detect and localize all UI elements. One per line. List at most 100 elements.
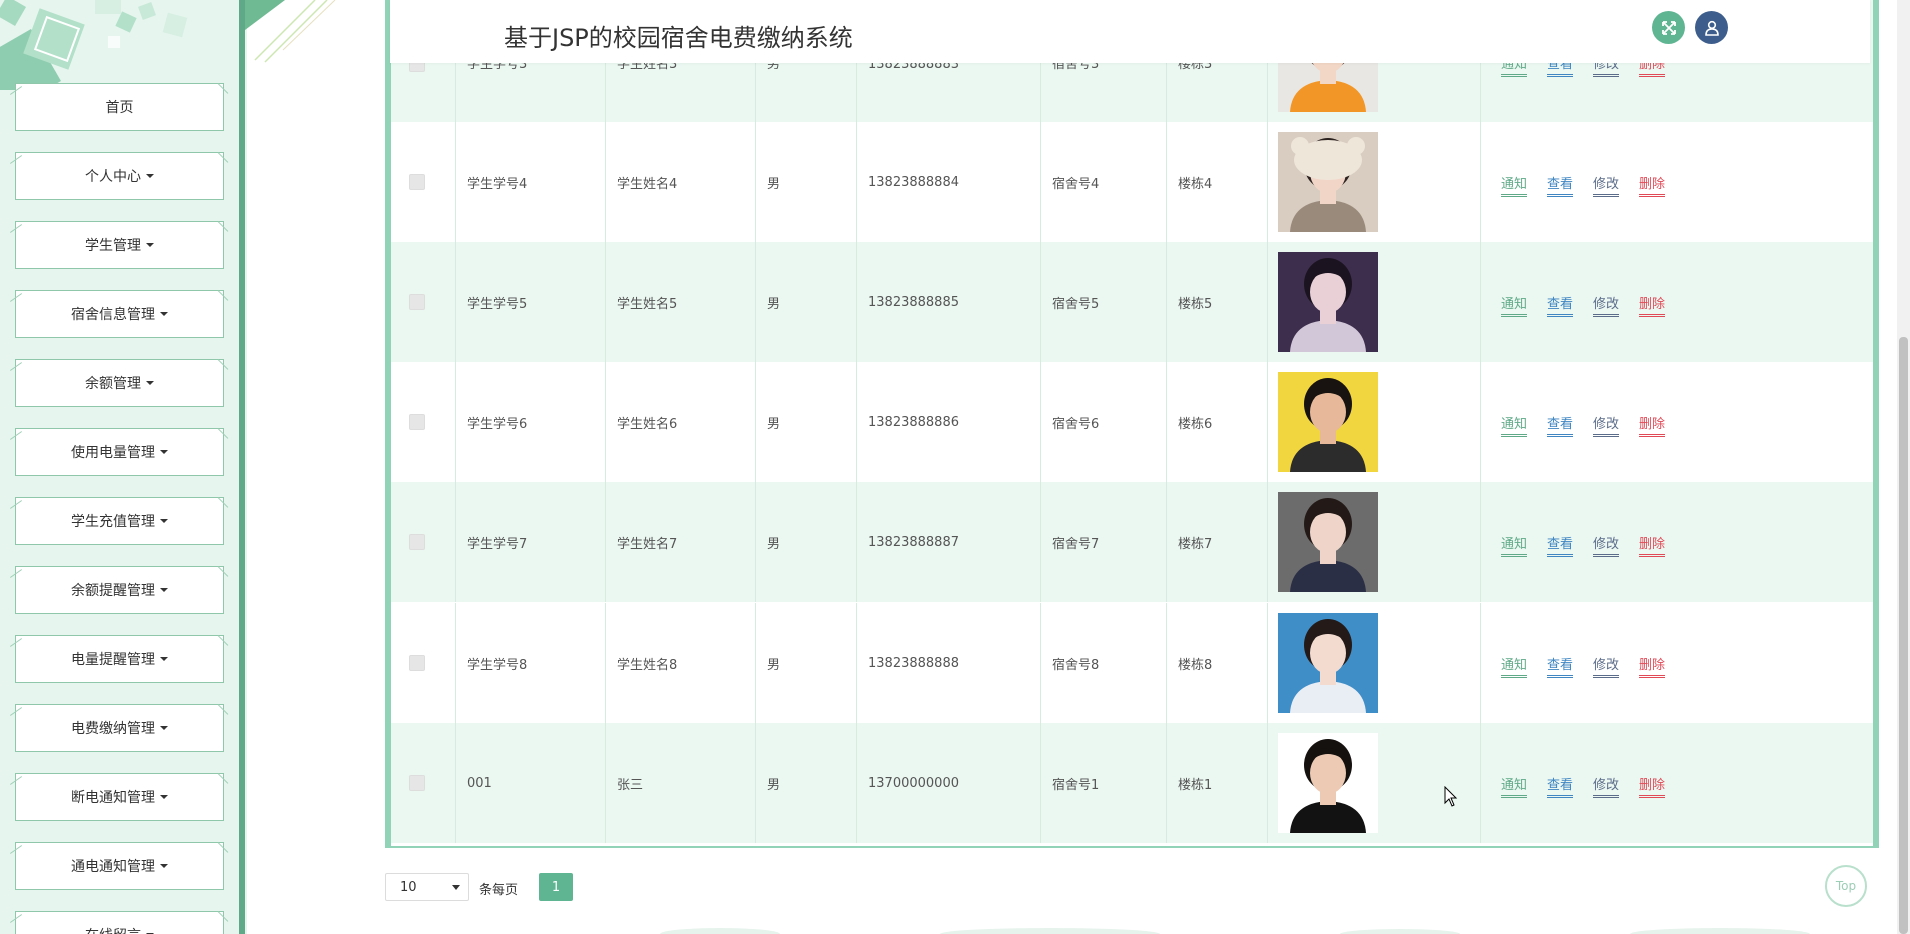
row-actions: 通知 查看 修改 删除 (1501, 413, 1685, 437)
sidebar-item-label: 电费缴纳管理 (71, 721, 155, 737)
gender-text: 男 (767, 777, 781, 793)
dorm-cell: 宿舍号6 (1041, 362, 1167, 482)
page-size-select[interactable]: 10 (385, 873, 469, 901)
page-button-current[interactable]: 1 (539, 873, 573, 901)
student-id-cell: 学生学号4 (456, 122, 606, 242)
sidebar-item-13[interactable]: 在线留言 (15, 911, 224, 934)
delete-link[interactable]: 删除 (1639, 536, 1666, 557)
select-checkbox-cell (391, 482, 456, 602)
student-photo (1278, 132, 1378, 232)
view-link[interactable]: 查看 (1547, 777, 1574, 798)
mouse-cursor-icon (1444, 786, 1458, 807)
edit-link[interactable]: 修改 (1593, 416, 1620, 437)
sidebar-item-3[interactable]: 学生管理 (15, 221, 224, 269)
sidebar-item-12[interactable]: 通电通知管理 (15, 842, 224, 890)
edit-link[interactable]: 修改 (1593, 536, 1620, 557)
notify-link[interactable]: 通知 (1501, 777, 1528, 798)
view-link[interactable]: 查看 (1547, 416, 1574, 437)
row-checkbox[interactable] (409, 534, 425, 550)
sidebar-item-1[interactable]: 首页 (15, 83, 224, 131)
dorm-cell: 宿舍号5 (1041, 242, 1167, 362)
sidebar-item-4[interactable]: 宿舍信息管理 (15, 290, 224, 338)
row-checkbox[interactable] (409, 655, 425, 671)
top-header: 基于JSP的校园宿舍电费缴纳系统 (390, 0, 1870, 63)
dorm-cell: 宿舍号1 (1041, 723, 1167, 843)
sidebar-item-10[interactable]: 电费缴纳管理 (15, 704, 224, 752)
table-row: 001 张三 男 13700000000 宿舍号1 楼栋1 通知 查看 修改 删除 (391, 723, 1873, 843)
table-row: 学生学号8 学生姓名8 男 13823888888 宿舍号8 楼栋8 通知 查看 修改 删除 (391, 603, 1873, 723)
scrollbar-thumb[interactable] (1899, 337, 1908, 934)
delete-link[interactable]: 删除 (1639, 176, 1666, 197)
phone-cell: 13823888886 (857, 362, 1041, 482)
phone-cell: 13823888885 (857, 242, 1041, 362)
dorm-text: 宿舍号1 (1052, 777, 1100, 793)
notify-link[interactable]: 通知 (1501, 657, 1528, 678)
photo-cell (1268, 242, 1481, 362)
sidebar-item-11[interactable]: 断电通知管理 (15, 773, 224, 821)
delete-link[interactable]: 删除 (1639, 416, 1666, 437)
notify-link[interactable]: 通知 (1501, 176, 1528, 197)
sidebar-item-label: 通电通知管理 (71, 859, 155, 875)
caret-down-icon (160, 519, 168, 523)
student-name-cell: 学生姓名5 (606, 242, 756, 362)
delete-link[interactable]: 删除 (1639, 657, 1666, 678)
sidebar-item-label: 余额提醒管理 (71, 583, 155, 599)
notify-link[interactable]: 通知 (1501, 536, 1528, 557)
gender-cell: 男 (756, 122, 857, 242)
dorm-cell: 宿舍号8 (1041, 603, 1167, 723)
row-checkbox[interactable] (409, 294, 425, 310)
sidebar-item-5[interactable]: 余额管理 (15, 359, 224, 407)
student-photo (1278, 492, 1378, 592)
sidebar-item-7[interactable]: 学生充值管理 (15, 497, 224, 545)
edit-link[interactable]: 修改 (1593, 777, 1620, 798)
row-actions: 通知 查看 修改 删除 (1501, 654, 1685, 678)
table-row: 学生学号5 学生姓名5 男 13823888885 宿舍号5 楼栋5 通知 查看 修改 删除 (391, 242, 1873, 362)
phone-cell: 13700000000 (857, 723, 1041, 843)
delete-link[interactable]: 删除 (1639, 777, 1666, 798)
row-checkbox[interactable] (409, 174, 425, 190)
sidebar-item-8[interactable]: 余额提醒管理 (15, 566, 224, 614)
sidebar-item-label: 宿舍信息管理 (71, 307, 155, 323)
notify-link[interactable]: 通知 (1501, 416, 1528, 437)
gender-cell: 男 (756, 362, 857, 482)
view-link[interactable]: 查看 (1547, 176, 1574, 197)
caret-down-icon (160, 657, 168, 661)
sidebar-item-6[interactable]: 使用电量管理 (15, 428, 224, 476)
table-row: 学生学号6 学生姓名6 男 13823888886 宿舍号6 楼栋6 通知 查看 修改 删除 (391, 362, 1873, 482)
gender-text: 男 (767, 536, 781, 552)
photo-cell (1268, 603, 1481, 723)
row-checkbox[interactable] (409, 775, 425, 791)
delete-link[interactable]: 删除 (1639, 296, 1666, 317)
edit-link[interactable]: 修改 (1593, 296, 1620, 317)
back-to-top-button[interactable]: Top (1825, 865, 1867, 907)
fullscreen-button[interactable] (1652, 11, 1685, 44)
row-actions: 通知 查看 修改 删除 (1501, 173, 1685, 197)
sidebar-item-label: 个人中心 (85, 169, 141, 185)
gender-cell: 男 (756, 603, 857, 723)
student-name-text: 学生姓名4 (617, 176, 678, 192)
sidebar-item-2[interactable]: 个人中心 (15, 152, 224, 200)
student-name-text: 学生姓名6 (617, 416, 678, 432)
app-window: 首页个人中心学生管理宿舍信息管理余额管理使用电量管理学生充值管理 余额提醒管理电量… (0, 0, 1910, 934)
student-id-text: 学生学号5 (467, 296, 528, 312)
sidebar-item-label: 学生充值管理 (71, 514, 155, 530)
edit-link[interactable]: 修改 (1593, 657, 1620, 678)
row-checkbox[interactable] (409, 414, 425, 430)
student-name-text: 学生姓名5 (617, 296, 678, 312)
row-actions: 通知 查看 修改 删除 (1501, 774, 1685, 798)
dorm-text: 宿舍号8 (1052, 657, 1100, 673)
view-link[interactable]: 查看 (1547, 296, 1574, 317)
phone-cell: 13823888888 (857, 603, 1041, 723)
table-row: 学生学号7 学生姓名7 男 13823888887 宿舍号7 楼栋7 通知 查看 修改 删除 (391, 482, 1873, 602)
sidebar-item-9[interactable]: 电量提醒管理 (15, 635, 224, 683)
edit-link[interactable]: 修改 (1593, 176, 1620, 197)
building-text: 楼栋5 (1178, 296, 1213, 312)
student-name-cell: 学生姓名7 (606, 482, 756, 602)
notify-link[interactable]: 通知 (1501, 296, 1528, 317)
user-menu-button[interactable] (1695, 11, 1728, 44)
view-link[interactable]: 查看 (1547, 536, 1574, 557)
view-link[interactable]: 查看 (1547, 657, 1574, 678)
caret-down-icon (146, 174, 154, 178)
caret-down-icon (160, 726, 168, 730)
caret-down-icon (160, 795, 168, 799)
